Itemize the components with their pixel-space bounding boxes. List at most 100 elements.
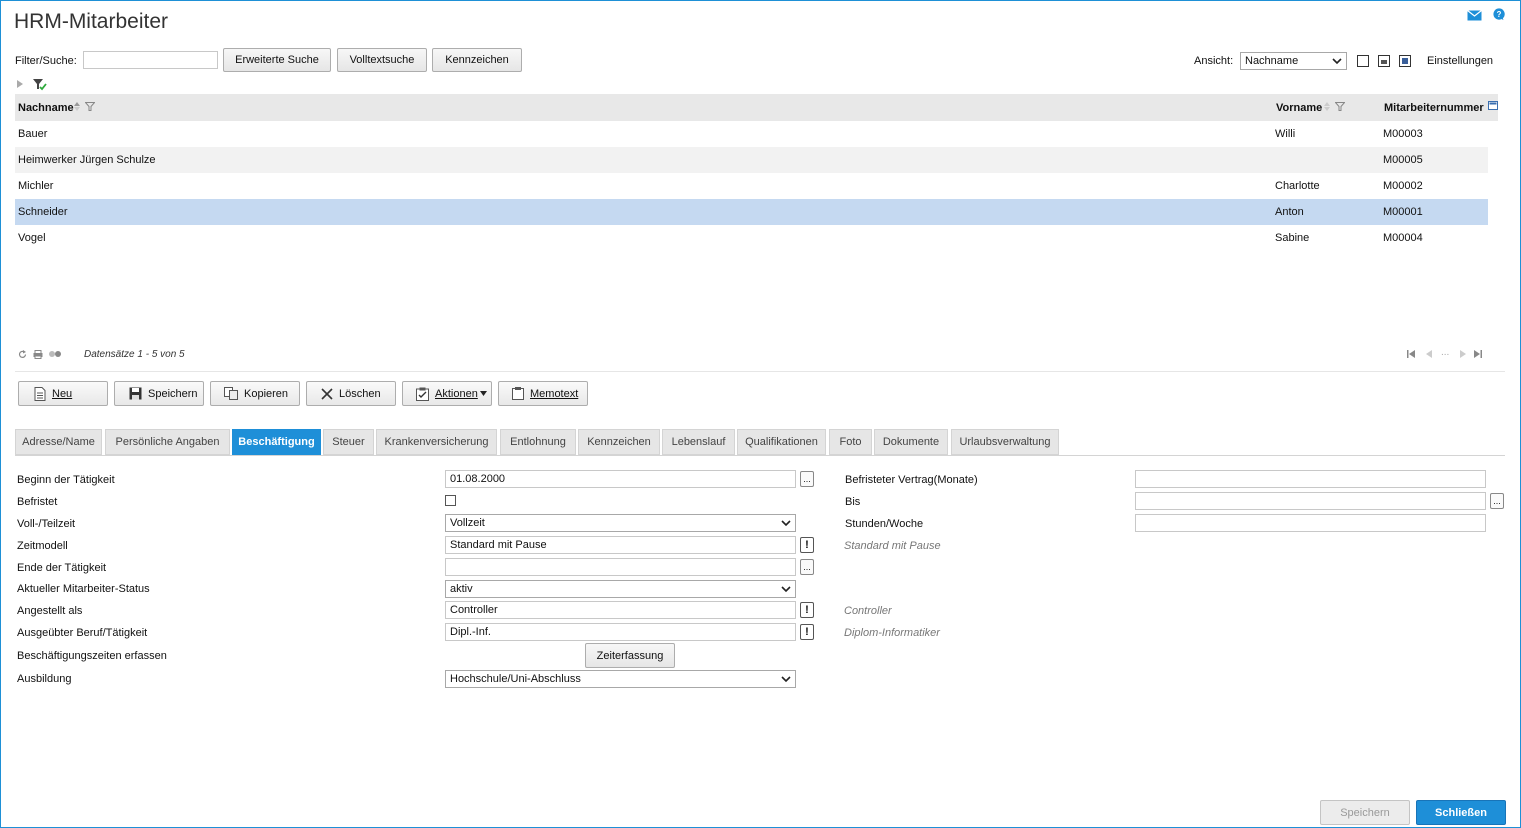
cell-nachname: Heimwerker Jürgen Schulze xyxy=(18,154,156,166)
cell-nachname: Michler xyxy=(18,180,54,192)
column-mitarbeiternummer[interactable]: Mitarbeiternummer xyxy=(1384,102,1484,114)
angestellt-lookup-button[interactable]: ! xyxy=(800,602,814,618)
search-input[interactable] xyxy=(83,51,218,69)
tab-lebenslauf[interactable]: Lebenslauf xyxy=(662,429,735,455)
befrist-vertrag-label: Befristeter Vertrag(Monate) xyxy=(845,474,978,486)
footer-save-button[interactable]: Speichern xyxy=(1320,800,1410,825)
tab-qualifikationen[interactable]: Qualifikationen xyxy=(737,429,826,455)
tab-beschaeftigung[interactable]: Beschäftigung xyxy=(232,429,321,455)
mail-icon[interactable] xyxy=(1467,9,1482,22)
expand-arrow-icon[interactable] xyxy=(17,80,23,88)
zeitmodell-label: Zeitmodell xyxy=(17,540,68,552)
tab-kennzeichen[interactable]: Kennzeichen xyxy=(578,429,660,455)
chevron-down-icon xyxy=(781,520,791,527)
ende-date-picker-button[interactable]: ... xyxy=(800,559,814,575)
divider xyxy=(15,371,1505,372)
cell-vorname: Sabine xyxy=(1275,232,1310,244)
column-chooser-icon[interactable] xyxy=(1488,101,1498,110)
beginn-date-picker-button[interactable]: ... xyxy=(800,471,814,487)
stunden-label: Stunden/Woche xyxy=(845,518,924,530)
new-button[interactable]: Neu xyxy=(18,381,108,406)
view-select[interactable]: Nachname xyxy=(1240,52,1347,70)
layout-split-icon[interactable] xyxy=(1378,55,1390,67)
tab-adresse[interactable]: Adresse/Name xyxy=(15,429,102,455)
records-count: Datensätze 1 - 5 von 5 xyxy=(84,349,185,360)
table-row[interactable]: Michler Charlotte M00002 xyxy=(15,173,1488,199)
bis-label: Bis xyxy=(845,496,861,508)
next-page-icon[interactable] xyxy=(1460,350,1466,358)
cell-nummer: M00001 xyxy=(1383,206,1423,218)
zeiterfassung-button[interactable]: Zeiterfassung xyxy=(585,643,675,668)
table-row[interactable]: Vogel Sabine M00004 xyxy=(15,225,1488,251)
delete-x-icon xyxy=(321,387,333,400)
extended-search-button[interactable]: Erweiterte Suche xyxy=(223,48,331,72)
beginn-label: Beginn der Tätigkeit xyxy=(17,474,115,486)
memo-button[interactable]: Memotext xyxy=(498,381,588,406)
tab-entlohnung[interactable]: Entlohnung xyxy=(500,429,576,455)
column-nachname[interactable]: Nachname xyxy=(18,102,74,114)
voll-teilzeit-select[interactable]: Vollzeit xyxy=(445,514,796,532)
cell-nachname: Bauer xyxy=(18,128,48,140)
prev-page-icon[interactable] xyxy=(1426,350,1432,358)
delete-button-label: Löschen xyxy=(339,387,381,400)
ausbildung-select[interactable]: Hochschule/Uni-Abschluss xyxy=(445,670,796,688)
column-filter-icon[interactable] xyxy=(1335,102,1345,111)
column-vorname[interactable]: Vorname xyxy=(1276,102,1322,114)
help-icon[interactable]: ? xyxy=(1492,8,1507,21)
befristet-label: Befristet xyxy=(17,496,58,508)
copy-button-label: Kopieren xyxy=(244,387,289,400)
window: HRM-Mitarbeiter ? Filter/Suche: Erweiter… xyxy=(0,0,1521,828)
beruf-lookup-button[interactable]: ! xyxy=(800,624,814,640)
settings-link[interactable]: Einstellungen xyxy=(1427,55,1493,67)
befristet-checkbox[interactable] xyxy=(445,495,456,506)
print-icon[interactable] xyxy=(33,350,43,359)
bis-date-field[interactable] xyxy=(1135,492,1486,510)
beginn-date-field[interactable]: 01.08.2000 xyxy=(445,470,796,488)
layout-full-icon[interactable] xyxy=(1399,55,1411,67)
angestellt-field[interactable]: Controller xyxy=(445,601,796,619)
marks-button[interactable]: Kennzeichen xyxy=(432,48,522,72)
status-select[interactable]: aktiv xyxy=(445,580,796,598)
befrist-vertrag-field[interactable] xyxy=(1135,470,1486,488)
table-row-selected[interactable]: Schneider Anton M00001 xyxy=(15,199,1488,225)
ende-date-field[interactable] xyxy=(445,558,796,576)
cell-nummer: M00005 xyxy=(1383,154,1423,166)
grid-header: Nachname Vorname Mitarbeiternummer xyxy=(15,94,1498,121)
tab-foto[interactable]: Foto xyxy=(829,429,872,455)
svg-text:?: ? xyxy=(1497,10,1502,19)
memo-button-label: Memotext xyxy=(530,387,579,400)
column-filter-icon[interactable] xyxy=(85,102,95,111)
toggle-icon[interactable] xyxy=(48,350,62,358)
cell-vorname: Willi xyxy=(1275,128,1296,140)
zeitmodell-field[interactable]: Standard mit Pause xyxy=(445,536,796,554)
cell-nummer: M00003 xyxy=(1383,128,1423,140)
layout-single-icon[interactable] xyxy=(1357,55,1369,67)
fulltext-search-button[interactable]: Volltextsuche xyxy=(337,48,427,72)
stunden-field[interactable] xyxy=(1135,514,1486,532)
sort-icon[interactable] xyxy=(1324,102,1330,111)
tab-steuer[interactable]: Steuer xyxy=(323,429,374,455)
refresh-icon[interactable] xyxy=(18,350,27,359)
status-label: Aktueller Mitarbeiter-Status xyxy=(17,583,150,595)
sort-icon[interactable] xyxy=(74,102,80,111)
tab-krankenversicherung[interactable]: Krankenversicherung xyxy=(376,429,497,455)
zeitmodell-lookup-button[interactable]: ! xyxy=(800,537,814,553)
tab-urlaubsverwaltung[interactable]: Urlaubsverwaltung xyxy=(951,429,1059,455)
cell-nachname: Vogel xyxy=(18,232,46,244)
beruf-field[interactable]: Dipl.-Inf. xyxy=(445,623,796,641)
copy-button[interactable]: Kopieren xyxy=(210,381,300,406)
last-page-icon[interactable] xyxy=(1474,350,1482,358)
tab-persoenliche-angaben[interactable]: Persönliche Angaben xyxy=(105,429,230,455)
table-row[interactable]: Heimwerker Jürgen Schulze M00005 xyxy=(15,147,1488,173)
delete-button[interactable]: Löschen xyxy=(306,381,396,406)
table-row[interactable]: Bauer Willi M00003 xyxy=(15,121,1488,147)
bis-date-picker-button[interactable]: ... xyxy=(1490,493,1504,509)
save-icon xyxy=(129,387,142,400)
save-toolbar-button[interactable]: Speichern xyxy=(114,381,204,406)
filter-active-icon[interactable] xyxy=(33,78,47,91)
tab-dokumente[interactable]: Dokumente xyxy=(874,429,948,455)
first-page-icon[interactable] xyxy=(1407,350,1415,358)
close-button[interactable]: Schließen xyxy=(1416,800,1506,825)
actions-dropdown-button[interactable]: Aktionen xyxy=(402,381,492,406)
chevron-down-icon xyxy=(781,676,791,683)
